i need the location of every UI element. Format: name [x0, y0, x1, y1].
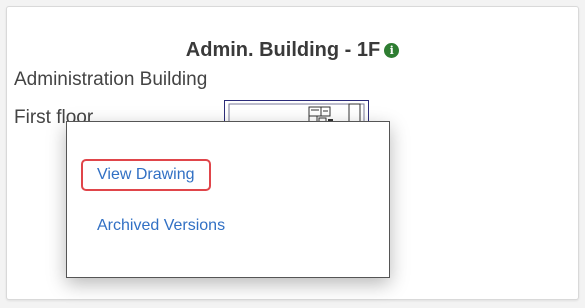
title-text: Admin. Building - 1F — [185, 39, 381, 61]
building-name: Administration Building — [14, 69, 208, 90]
info-icon[interactable]: i — [384, 43, 400, 58]
page-title: Admin. Building - 1F i — [7, 39, 578, 62]
context-menu: View Drawing Archived Versions — [66, 121, 390, 278]
archived-versions-menu-item[interactable]: Archived Versions — [81, 210, 241, 242]
view-drawing-menu-item[interactable]: View Drawing — [81, 159, 211, 191]
